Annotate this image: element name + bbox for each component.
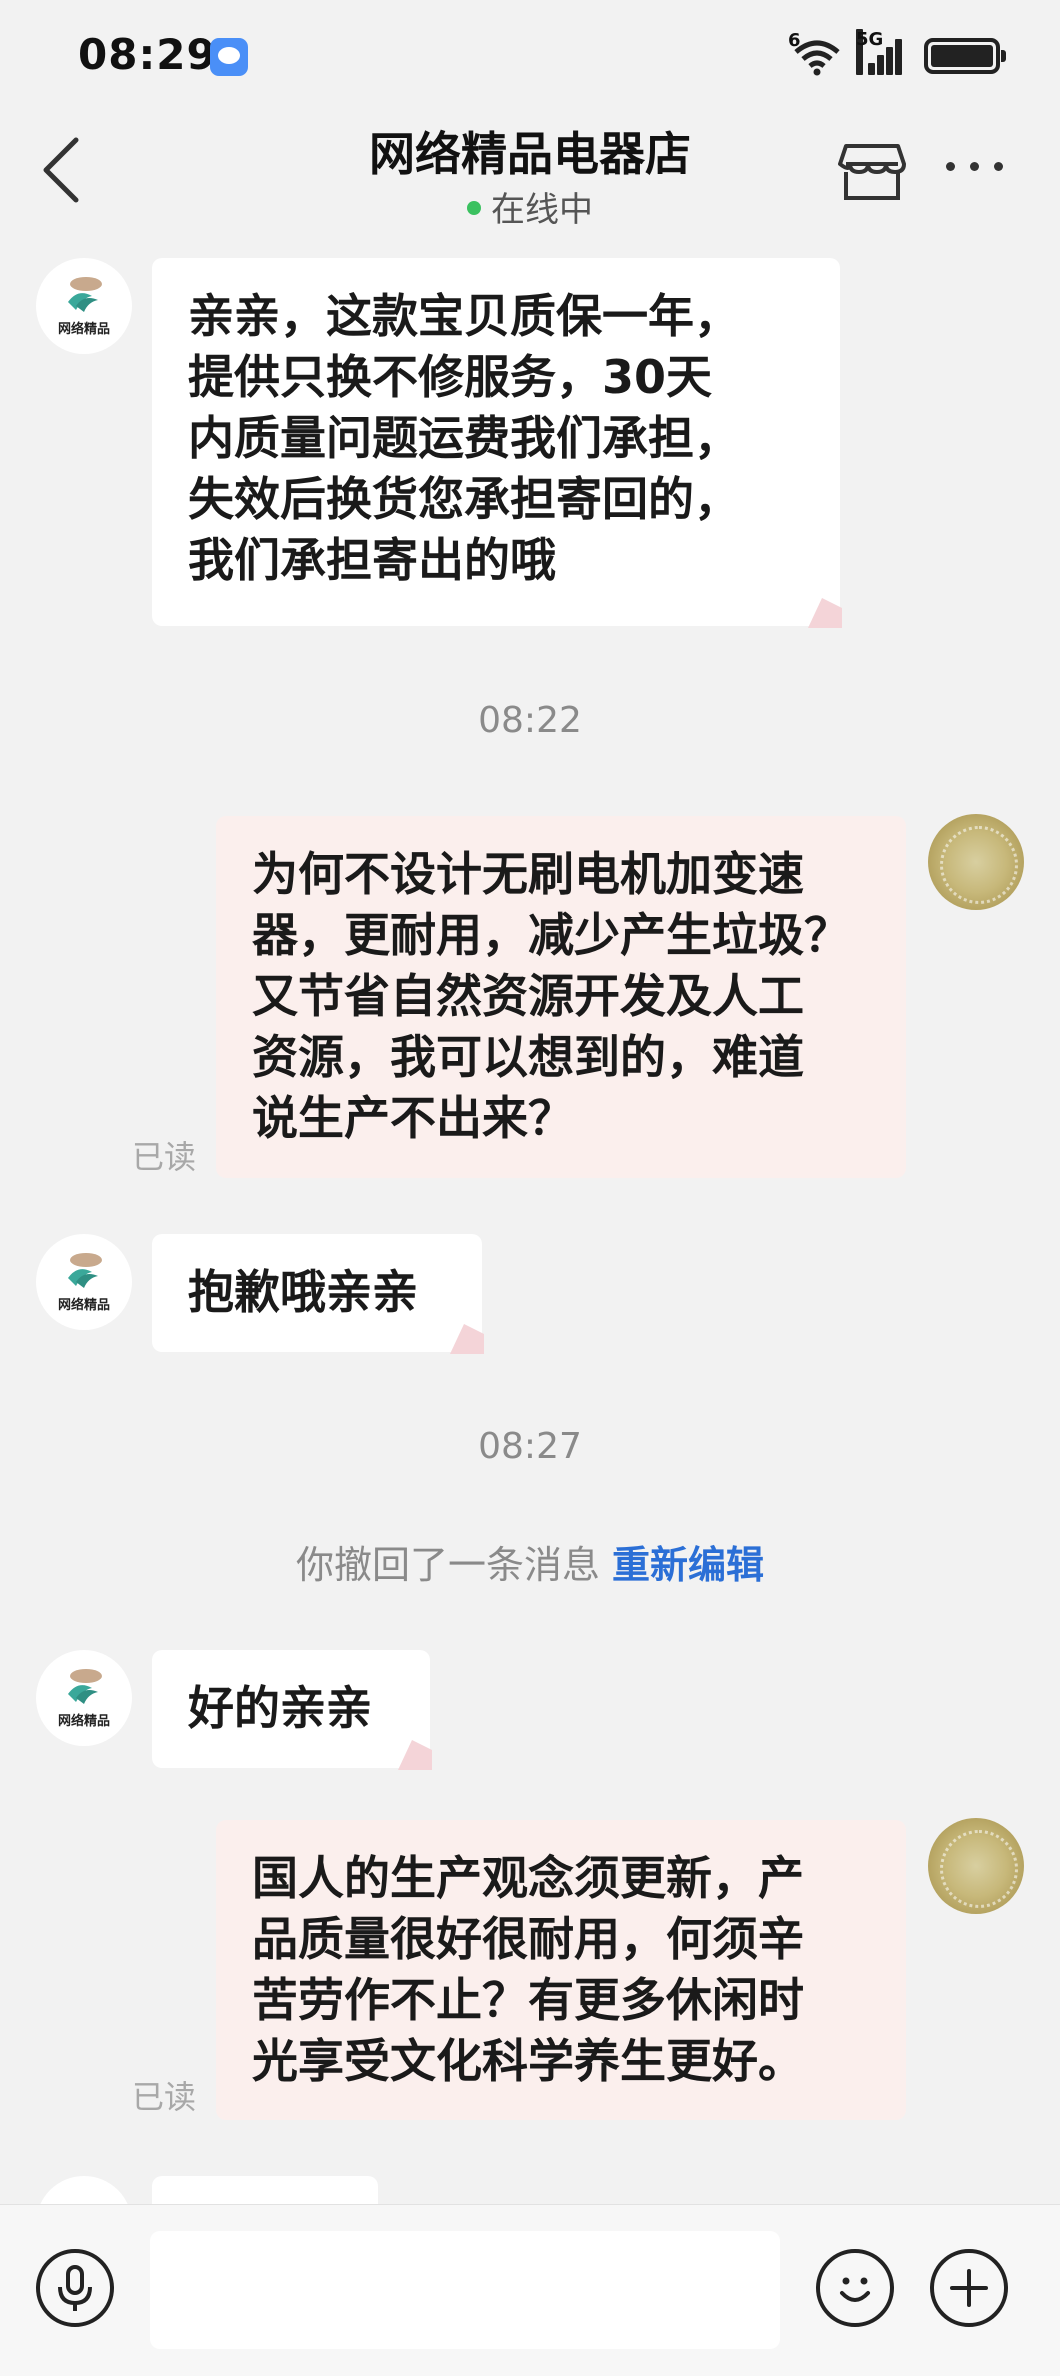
read-receipt: 已读	[132, 1138, 197, 1176]
shop-avatar[interactable]	[36, 2176, 132, 2204]
recall-notice: 你撤回了一条消息 重新编辑	[0, 1534, 1060, 1589]
wifi-icon: 6	[788, 30, 842, 76]
message-timestamp: 08:27	[478, 1426, 582, 1467]
message-line: 为何不设计无刷电机加变速	[252, 847, 804, 901]
message-bubble-incoming[interactable]: 好的亲亲	[152, 1650, 432, 1770]
shop-avatar-label: 网络精品	[57, 1298, 110, 1313]
chat-messages[interactable]: 网络精品 亲亲，这款宝贝质保一年， 提供只换不修服务，30天 内质量问题运费我们…	[0, 236, 1060, 2204]
chat-bubble-icon	[210, 38, 248, 76]
shop-logo-icon	[68, 1669, 102, 1704]
message-bubble-incoming[interactable]	[152, 2176, 378, 2204]
message-line: 苦劳作不止？有更多休闲时	[252, 1973, 804, 2027]
battery-icon	[924, 38, 1006, 74]
shop-avatar[interactable]: 网络精品	[36, 258, 132, 354]
message-line: 我们承担寄出的哦	[188, 533, 556, 587]
message-bubble-incoming[interactable]: 抱歉哦亲亲	[152, 1234, 484, 1354]
online-dot-icon	[467, 200, 481, 215]
shop-logo-icon	[68, 1253, 102, 1288]
shop-logo-icon	[68, 277, 102, 312]
plus-button[interactable]	[930, 2249, 1008, 2327]
chat-header: 网络精品电器店 在线中	[0, 110, 1060, 236]
message-line: 提供只换不修服务，30天	[188, 350, 713, 404]
read-receipt: 已读	[132, 2078, 197, 2116]
re-edit-link[interactable]: 重新编辑	[612, 1543, 764, 1587]
message-line: 又节省自然资源开发及人工	[252, 969, 804, 1023]
user-avatar[interactable]	[928, 814, 1024, 910]
message-bubble-outgoing[interactable]: 为何不设计无刷电机加变速 器，更耐用，减少产生垃圾？ 又节省自然资源开发及人工 …	[216, 816, 906, 1178]
message-bubble-outgoing[interactable]: 国人的生产观念须更新，产 品质量很好很耐用，何须辛 苦劳作不止？有更多休闲时 光…	[216, 1820, 906, 2120]
voice-button[interactable]	[36, 2249, 114, 2327]
more-options-button[interactable]	[940, 146, 1010, 186]
message-line: 器，更耐用，减少产生垃圾？	[252, 908, 850, 962]
message-line: 好的亲亲	[188, 1681, 372, 1735]
message-line: 国人的生产观念须更新，产	[252, 1851, 804, 1905]
watermark-stamp-icon	[398, 1740, 432, 1770]
shop-avatar-label: 网络精品	[57, 322, 110, 337]
message-line: 失效后换货您承担寄回的，	[188, 472, 740, 526]
user-avatar[interactable]	[928, 1818, 1024, 1914]
message-timestamp: 08:22	[478, 700, 582, 741]
message-line: 说生产不出来？	[252, 1091, 574, 1145]
message-line: 品质量很好很耐用，何须辛	[252, 1912, 804, 1966]
message-bubble-incoming[interactable]: 亲亲，这款宝贝质保一年， 提供只换不修服务，30天 内质量问题运费我们承担， 失…	[152, 258, 842, 628]
wifi-label: 6	[788, 30, 801, 51]
message-input[interactable]	[150, 2231, 780, 2349]
plus-icon	[950, 2269, 988, 2307]
more-dot-icon	[970, 162, 979, 171]
watermark-stamp-icon	[450, 1324, 484, 1354]
status-time: 08:29	[78, 30, 217, 79]
more-dot-icon	[946, 162, 955, 171]
message-line: 内质量问题运费我们承担，	[188, 411, 740, 465]
shop-avatar[interactable]: 网络精品	[36, 1650, 132, 1746]
network-label: 5G	[856, 29, 883, 75]
input-bar	[0, 2204, 1060, 2376]
emoji-icon	[840, 2277, 870, 2302]
status-icons: 6 5G	[788, 29, 1006, 78]
emoji-button[interactable]	[816, 2249, 894, 2327]
watermark-stamp-icon	[808, 598, 842, 628]
microphone-icon	[58, 2265, 92, 2311]
store-icon	[838, 144, 906, 200]
recall-text: 你撤回了一条消息	[295, 1543, 600, 1587]
status-bar: 08:29 6 5G	[0, 0, 1060, 110]
shop-avatar[interactable]: 网络精品	[36, 1234, 132, 1330]
more-dot-icon	[994, 162, 1003, 171]
message-line: 资源，我可以想到的，难道	[252, 1030, 804, 1084]
cellular-signal-icon: 5G	[856, 29, 904, 75]
shop-avatar-label: 网络精品	[57, 1714, 110, 1729]
store-button[interactable]	[836, 134, 908, 206]
message-line: 亲亲，这款宝贝质保一年，	[188, 289, 740, 343]
online-status-text: 在线中	[491, 190, 593, 230]
message-line: 光享受文化科学养生更好。	[252, 2034, 804, 2088]
message-line: 抱歉哦亲亲	[188, 1265, 418, 1319]
